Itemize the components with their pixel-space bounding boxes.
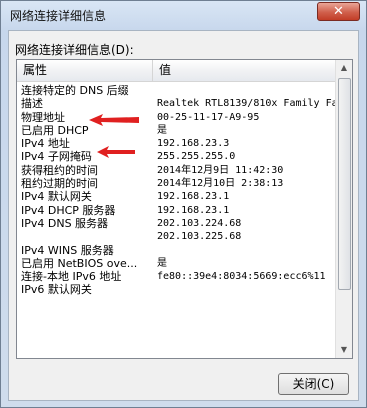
value-cell: 192.168.23.1 bbox=[157, 204, 230, 216]
list-item[interactable]: IPv4 默认网关 192.168.23.1 bbox=[17, 190, 337, 203]
details-listview[interactable]: 属性 值 连接特定的 DNS 后缀 描述 Realtek RTL8139/810x … bbox=[16, 59, 353, 359]
column-header-property[interactable]: 属性 bbox=[17, 60, 153, 81]
close-button[interactable]: 关闭(C) bbox=[278, 373, 349, 395]
scroll-up-icon[interactable]: ▲ bbox=[336, 60, 352, 76]
list-item[interactable]: IPv4 DHCP 服务器 192.168.23.1 bbox=[17, 204, 337, 217]
value-cell: 是 bbox=[157, 124, 167, 136]
scroll-thumb[interactable] bbox=[338, 78, 351, 290]
list-item[interactable]: IPv4 地址 192.168.23.3 bbox=[17, 137, 337, 150]
property-cell: 物理地址 bbox=[21, 110, 65, 124]
value-cell: 202.103.224.68 bbox=[157, 217, 242, 229]
property-cell: IPv4 默认网关 bbox=[21, 190, 92, 204]
property-cell: IPv4 DHCP 服务器 bbox=[21, 203, 116, 217]
list-item[interactable]: IPv6 默认网关 bbox=[17, 283, 337, 296]
dialog-client-area: 网络连接详细信息(D): 属性 值 连接特定的 DNS 后缀 描述 Realtek … bbox=[8, 30, 359, 401]
property-cell: IPv4 WINS 服务器 bbox=[21, 243, 114, 257]
details-label: 网络连接详细信息(D): bbox=[15, 43, 134, 57]
dialog-window: 网络连接详细信息 ✕ 网络连接详细信息(D): 属性 值 连接特定的 DNS 后… bbox=[0, 0, 367, 408]
property-cell: 已启用 NetBIOS ove... bbox=[21, 256, 138, 270]
list-item[interactable]: IPv4 WINS 服务器 bbox=[17, 244, 337, 257]
list-item[interactable]: 连接-本地 IPv6 地址 fe80::39e4:8034:5669:ecc6%1… bbox=[17, 270, 337, 283]
value-cell: 是 bbox=[157, 257, 167, 269]
list-item[interactable]: 描述 Realtek RTL8139/810x Family Fa bbox=[17, 97, 337, 110]
vertical-scrollbar[interactable]: ▲ ▼ bbox=[335, 60, 352, 358]
window-title: 网络连接详细信息 bbox=[10, 9, 107, 23]
value-cell: 00-25-11-17-A9-95 bbox=[157, 111, 260, 123]
list-item[interactable]: 已启用 NetBIOS ove... 是 bbox=[17, 257, 337, 270]
list-item[interactable]: 物理地址 00-25-11-17-A9-95 bbox=[17, 111, 337, 124]
value-cell: 255.255.255.0 bbox=[157, 151, 236, 163]
annotation-arrow-icon bbox=[89, 114, 139, 126]
property-cell: 已启用 DHCP bbox=[21, 123, 89, 137]
value-cell: 192.168.23.1 bbox=[157, 191, 230, 203]
value-cell: 202.103.225.68 bbox=[157, 231, 242, 243]
property-cell: 租约过期的时间 bbox=[21, 177, 98, 191]
window-close-button[interactable]: ✕ bbox=[317, 2, 360, 21]
list-item[interactable]: 获得租约的时间 2014年12月9日 11:42:30 bbox=[17, 164, 337, 177]
listview-header: 属性 值 bbox=[17, 60, 337, 82]
list-item[interactable]: 202.103.225.68 bbox=[17, 230, 337, 243]
scroll-down-icon[interactable]: ▼ bbox=[336, 342, 352, 358]
list-item[interactable]: IPv4 子网掩码 255.255.255.0 bbox=[17, 150, 337, 163]
list-item[interactable]: 租约过期的时间 2014年12月10日 2:38:13 bbox=[17, 177, 337, 190]
list-item[interactable]: 连接特定的 DNS 后缀 bbox=[17, 84, 337, 97]
property-cell: IPv4 地址 bbox=[21, 137, 70, 151]
annotation-arrow-icon bbox=[97, 146, 135, 158]
list-item[interactable]: IPv4 DNS 服务器 202.103.224.68 bbox=[17, 217, 337, 230]
property-cell: 获得租约的时间 bbox=[21, 163, 98, 177]
property-cell: 连接-本地 IPv6 地址 bbox=[21, 270, 122, 284]
value-cell: 192.168.23.3 bbox=[157, 138, 230, 150]
value-cell: Realtek RTL8139/810x Family Fa bbox=[157, 98, 337, 110]
listview-rows: 连接特定的 DNS 后缀 描述 Realtek RTL8139/810x Famil… bbox=[17, 84, 337, 358]
property-cell: IPv4 DNS 服务器 bbox=[21, 216, 109, 230]
property-cell: 描述 bbox=[21, 97, 43, 111]
title-bar[interactable]: 网络连接详细信息 ✕ bbox=[1, 1, 366, 31]
property-cell: IPv6 默认网关 bbox=[21, 283, 92, 297]
column-header-value[interactable]: 值 bbox=[153, 60, 337, 81]
list-item[interactable]: 已启用 DHCP 是 bbox=[17, 124, 337, 137]
value-cell: 2014年12月9日 11:42:30 bbox=[157, 164, 284, 176]
value-cell: 2014年12月10日 2:38:13 bbox=[157, 178, 284, 190]
property-cell: 连接特定的 DNS 后缀 bbox=[21, 84, 129, 97]
value-cell: fe80::39e4:8034:5669:ecc6%11 bbox=[157, 271, 326, 283]
property-cell: IPv4 子网掩码 bbox=[21, 150, 92, 164]
